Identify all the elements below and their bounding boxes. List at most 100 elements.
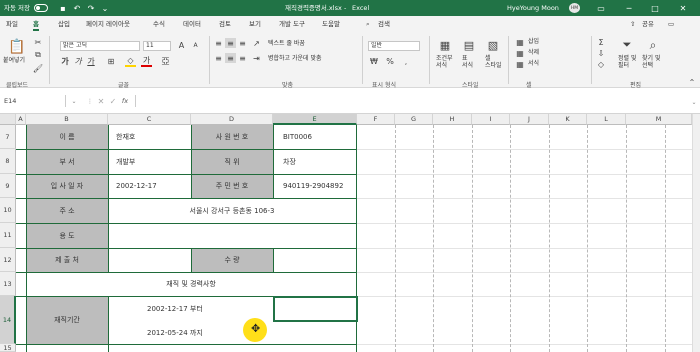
value-employee-no[interactable]: BIT0006 <box>283 125 356 149</box>
fill-icon[interactable]: ⇩ <box>596 48 606 58</box>
column-header-i[interactable]: I <box>472 114 510 125</box>
copy-icon[interactable]: ⧉ <box>33 50 43 60</box>
align-top-icon[interactable]: ≡ <box>213 38 224 48</box>
border-icon[interactable]: ⊞ <box>104 56 118 67</box>
column-header-g[interactable]: G <box>395 114 433 125</box>
table-format-icon[interactable]: ▤ <box>461 37 477 53</box>
delete-cells-icon[interactable]: ▦ <box>515 48 525 58</box>
column-header-b[interactable]: B <box>26 114 108 125</box>
currency-icon[interactable]: ₩ <box>368 56 380 67</box>
formula-input[interactable] <box>135 95 690 107</box>
column-header-h[interactable]: H <box>433 114 472 125</box>
tab-formulas[interactable]: 수식 <box>153 19 165 29</box>
percent-icon[interactable]: % <box>384 56 396 67</box>
row-header-15[interactable]: 15 <box>0 344 16 352</box>
column-header-c[interactable]: C <box>108 114 191 125</box>
font-size-select[interactable]: 11 <box>143 41 171 51</box>
align-middle-icon[interactable]: ≡ <box>225 38 236 48</box>
tab-data[interactable]: 데이터 <box>183 19 201 29</box>
column-header-l[interactable]: L <box>587 114 626 125</box>
conditional-format-button[interactable]: 조건부 서식 <box>436 55 453 69</box>
tab-page-layout[interactable]: 페이지 레이아웃 <box>86 19 130 29</box>
cell-styles-icon[interactable]: ▧ <box>485 37 501 53</box>
sort-filter-icon[interactable]: ⏷ <box>619 37 635 53</box>
insert-cells-icon[interactable]: ▦ <box>515 37 525 47</box>
row-header-7[interactable]: 7 <box>0 125 16 149</box>
tab-developer[interactable]: 개발 도구 <box>279 19 305 29</box>
column-header-j[interactable]: J <box>510 114 549 125</box>
row-header-10[interactable]: 10 <box>0 198 16 223</box>
sort-filter-button[interactable]: 정렬 및 필터 <box>618 55 636 69</box>
name-box-dropdown-icon[interactable]: ⌄ <box>70 96 78 106</box>
value-department[interactable]: 개발부 <box>116 149 191 174</box>
undo-icon[interactable]: ↶ <box>70 3 84 13</box>
row-header-8[interactable]: 8 <box>0 149 16 174</box>
italic-icon[interactable]: 가 <box>73 56 83 67</box>
autosum-icon[interactable]: Σ <box>596 37 606 47</box>
value-address[interactable]: 서울시 강서구 등촌동 106-3 <box>108 198 356 223</box>
ribbon-display-icon[interactable]: ▭ <box>594 3 608 13</box>
bold-icon[interactable]: 가 <box>60 56 70 67</box>
value-resident-no[interactable]: 940119-2904892 <box>283 174 356 198</box>
row-header-12[interactable]: 12 <box>0 248 16 272</box>
save-icon[interactable]: ▪ <box>56 3 70 13</box>
column-header-k[interactable]: K <box>549 114 587 125</box>
value-hire-date[interactable]: 2002-12-17 <box>116 174 191 198</box>
autosave-toggle[interactable] <box>34 4 48 12</box>
find-select-button[interactable]: 찾기 및 선택 <box>642 55 660 69</box>
search-box[interactable]: 검색 <box>378 19 390 29</box>
format-painter-icon[interactable]: 🖌 <box>33 63 43 73</box>
find-select-icon[interactable]: ⌕ <box>645 37 661 53</box>
phonetic-icon[interactable]: 亞 <box>160 56 171 67</box>
paste-button[interactable]: 붙여넣기 <box>3 57 25 65</box>
value-period-end[interactable]: 2012-05-24 까지 <box>108 322 248 344</box>
cut-icon[interactable]: ✂ <box>33 37 43 47</box>
name-box[interactable]: E14 <box>4 95 66 107</box>
expand-formula-icon[interactable]: ⌄ <box>690 98 698 106</box>
tab-help[interactable]: 도움말 <box>322 19 340 29</box>
value-purpose[interactable] <box>108 223 356 248</box>
decrease-font-icon[interactable]: A <box>190 40 201 51</box>
comments-icon[interactable]: ▭ <box>668 19 674 29</box>
comma-icon[interactable]: , <box>400 56 412 67</box>
active-cell-e14[interactable] <box>273 296 358 322</box>
align-left-icon[interactable]: ≡ <box>213 53 224 63</box>
indent-icon[interactable]: ⇥ <box>251 53 262 63</box>
number-format-select[interactable]: 일반 <box>368 41 420 51</box>
fill-color-icon[interactable]: ◇ <box>125 56 136 67</box>
cancel-entry-icon[interactable]: ✕ <box>96 96 106 106</box>
row-header-14[interactable]: 14 <box>0 296 16 344</box>
tab-insert[interactable]: 삽입 <box>58 19 70 29</box>
cell-styles-button[interactable]: 셀 스타일 <box>485 55 502 69</box>
font-color-icon[interactable]: 가 <box>141 56 152 67</box>
row-header-11[interactable]: 11 <box>0 223 16 248</box>
format-cells-button[interactable]: 서식 <box>528 60 539 68</box>
row-header-13[interactable]: 13 <box>0 272 16 296</box>
select-all-corner[interactable] <box>0 114 16 125</box>
value-period-start[interactable]: 2002-12-17 부터 <box>108 298 248 320</box>
user-name[interactable]: HyeYoung Moon <box>507 3 559 13</box>
tab-file[interactable]: 파일 <box>6 19 18 29</box>
align-right-icon[interactable]: ≡ <box>237 53 248 63</box>
share-icon[interactable]: ⇧ <box>630 19 635 29</box>
insert-cells-button[interactable]: 삽입 <box>528 38 539 46</box>
search-icon[interactable]: ⌕ <box>366 19 370 29</box>
minimize-icon[interactable]: ─ <box>622 3 636 13</box>
confirm-entry-icon[interactable]: ✓ <box>108 96 118 106</box>
align-center-icon[interactable]: ≡ <box>225 53 236 63</box>
insert-function-icon[interactable]: fx <box>119 96 131 106</box>
avatar[interactable]: HM <box>569 3 580 13</box>
wrap-text-button[interactable]: 텍스트 줄 바꿈 <box>268 40 305 48</box>
font-name-select[interactable]: 맑은 고딕 <box>60 41 140 51</box>
value-position[interactable]: 차장 <box>283 149 356 174</box>
column-header-d[interactable]: D <box>191 114 273 125</box>
tab-view[interactable]: 보기 <box>249 19 261 29</box>
delete-cells-button[interactable]: 삭제 <box>528 49 539 57</box>
clear-icon[interactable]: ◇ <box>596 59 606 69</box>
column-header-e[interactable]: E <box>273 114 357 125</box>
collapse-ribbon-icon[interactable]: ⌃ <box>688 78 696 87</box>
row-header-9[interactable]: 9 <box>0 174 16 198</box>
qat-more-icon[interactable]: ⌄ <box>98 3 112 13</box>
underline-icon[interactable]: 가 <box>86 56 96 67</box>
format-cells-icon[interactable]: ▦ <box>515 59 525 69</box>
